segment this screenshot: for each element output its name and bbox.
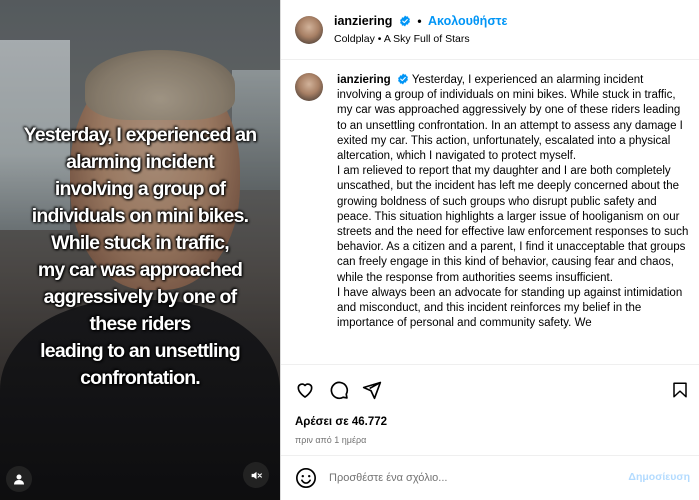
caption-paragraph: Yesterday, I experienced an alarming inc… <box>337 74 683 163</box>
speaker-muted-icon <box>251 471 262 479</box>
caption-author-avatar[interactable] <box>295 73 323 101</box>
comment-composer: Δημοσίευση <box>281 455 699 500</box>
caption-line: aggressively by one of <box>43 286 237 308</box>
tagged-users-button[interactable] <box>6 466 32 492</box>
verified-badge-icon <box>397 73 408 85</box>
caption-line: alarming incident <box>66 151 215 173</box>
video-caption: Yesterday, I experienced an alarming inc… <box>0 122 280 392</box>
author-line: ianziering • Ακολουθήστε <box>334 14 507 28</box>
emoji-icon[interactable] <box>295 467 317 489</box>
save-button[interactable] <box>669 379 691 401</box>
follow-button[interactable]: Ακολουθήστε <box>428 14 507 28</box>
separator-dot: • <box>417 14 422 28</box>
caption-line: involving a group of <box>54 178 226 200</box>
share-button[interactable] <box>361 379 383 401</box>
caption-line: While stuck in traffic, <box>51 232 230 254</box>
video-player[interactable]: Yesterday, I experienced an alarming inc… <box>0 0 280 500</box>
caption-line: Yesterday, I experienced an <box>23 124 258 146</box>
heart-icon <box>297 383 313 398</box>
comment-input[interactable] <box>329 468 619 488</box>
audio-attribution[interactable]: Coldplay • A Sky Full of Stars <box>334 33 470 45</box>
verified-badge-icon <box>399 15 410 27</box>
send-icon <box>362 381 382 400</box>
caption-line: individuals on mini bikes. <box>31 205 249 227</box>
bookmark-icon <box>673 382 687 398</box>
caption-area: ianziering Yesterday, I experienced an a… <box>281 61 699 364</box>
post-header: ianziering • Ακολουθήστε Coldplay • A Sk… <box>281 0 699 60</box>
like-button[interactable] <box>294 379 316 401</box>
instagram-post-view: Yesterday, I experienced an alarming inc… <box>0 0 699 500</box>
music-title: A Sky Full of Stars <box>383 33 470 45</box>
music-artist: Coldplay <box>334 33 375 45</box>
separator-dot: • <box>377 33 382 45</box>
caption-line: my car was approached <box>37 259 243 281</box>
post-timestamp[interactable]: πριν από 1 ημέρα <box>295 435 366 445</box>
caption-paragraph: I am relieved to report that my daughter… <box>337 165 689 284</box>
author-username[interactable]: ianziering <box>334 14 392 28</box>
caption-line: these riders <box>89 313 192 335</box>
caption-author-username[interactable]: ianziering <box>337 74 391 86</box>
post-comment-button[interactable]: Δημοσίευση <box>628 471 690 483</box>
mute-button[interactable] <box>243 462 269 488</box>
caption-paragraph: I have always been an advocate for stand… <box>337 286 683 330</box>
post-details-panel: ianziering • Ακολουθήστε Coldplay • A Sk… <box>280 0 699 500</box>
caption-line: leading to an unsettling <box>40 340 240 362</box>
likes-count[interactable]: Αρέσει σε 46.772 <box>295 416 387 428</box>
post-caption: ianziering Yesterday, I experienced an a… <box>337 73 689 331</box>
user-tag-icon <box>14 474 24 485</box>
comment-button[interactable] <box>328 379 350 401</box>
caption-line: confrontation. <box>80 367 201 389</box>
author-avatar[interactable] <box>295 16 323 44</box>
comment-icon <box>330 381 349 400</box>
